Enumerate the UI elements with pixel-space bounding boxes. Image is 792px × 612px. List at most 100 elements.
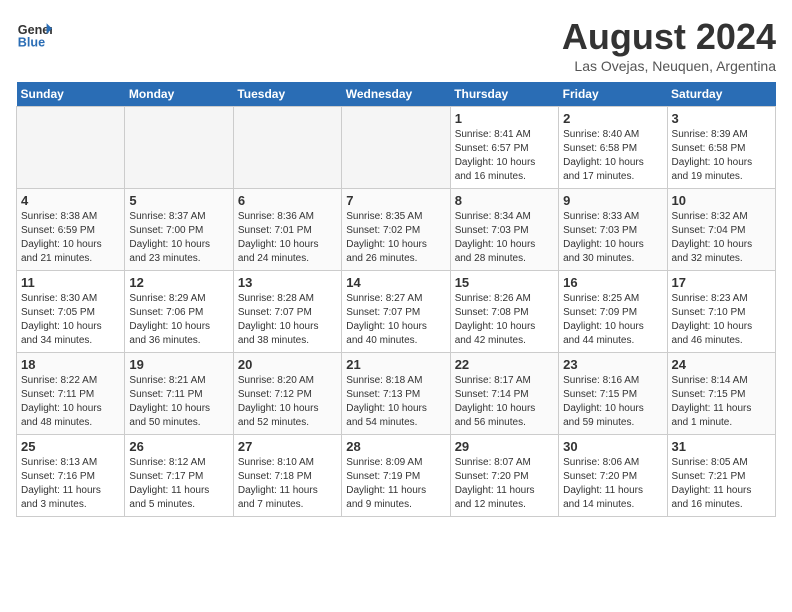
day-info: Sunrise: 8:07 AMSunset: 7:20 PMDaylight:… xyxy=(455,456,554,512)
day-info: Sunrise: 8:05 AMSunset: 7:21 PMDaylight:… xyxy=(672,456,771,512)
day-info: Sunrise: 8:37 AMSunset: 7:00 PMDaylight:… xyxy=(129,210,228,266)
day-info: Sunrise: 8:13 AMSunset: 7:16 PMDaylight:… xyxy=(21,456,120,512)
day-number: 27 xyxy=(238,439,337,454)
table-row: 17Sunrise: 8:23 AMSunset: 7:10 PMDayligh… xyxy=(667,271,775,353)
table-row: 24 Sunrise: 8:14 AMSunset: 7:15 PMDayligh… xyxy=(667,353,775,435)
table-row xyxy=(233,107,341,189)
day-number: 7 xyxy=(346,193,445,208)
header-monday: Monday xyxy=(125,82,233,107)
day-info: Sunrise: 8:41 AMSunset: 6:57 PMDaylight:… xyxy=(455,128,554,184)
day-number: 23 xyxy=(563,357,662,372)
day-info: Sunrise: 8:16 AMSunset: 7:15 PMDaylight:… xyxy=(563,374,662,430)
table-row: 25 Sunrise: 8:13 AMSunset: 7:16 PMDayligh… xyxy=(17,435,125,517)
day-info: Sunrise: 8:38 AMSunset: 6:59 PMDaylight:… xyxy=(21,210,120,266)
table-row xyxy=(17,107,125,189)
day-number: 21 xyxy=(346,357,445,372)
day-info: Sunrise: 8:22 AMSunset: 7:11 PMDaylight:… xyxy=(21,374,120,430)
table-row: 18 Sunrise: 8:22 AMSunset: 7:11 PMDayligh… xyxy=(17,353,125,435)
calendar-week-1: 1 Sunrise: 8:41 AMSunset: 6:57 PMDaylight… xyxy=(17,107,776,189)
day-info: Sunrise: 8:34 AMSunset: 7:03 PMDaylight:… xyxy=(455,210,554,266)
day-info: Sunrise: 8:09 AMSunset: 7:19 PMDaylight:… xyxy=(346,456,445,512)
table-row: 20 Sunrise: 8:20 AMSunset: 7:12 PMDayligh… xyxy=(233,353,341,435)
day-info: Sunrise: 8:33 AMSunset: 7:03 PMDaylight:… xyxy=(563,210,662,266)
table-row xyxy=(342,107,450,189)
calendar-week-5: 25 Sunrise: 8:13 AMSunset: 7:16 PMDayligh… xyxy=(17,435,776,517)
day-number: 9 xyxy=(563,193,662,208)
calendar-week-2: 4 Sunrise: 8:38 AMSunset: 6:59 PMDaylight… xyxy=(17,189,776,271)
header-wednesday: Wednesday xyxy=(342,82,450,107)
day-info: Sunrise: 8:17 AMSunset: 7:14 PMDaylight:… xyxy=(455,374,554,430)
table-row: 6Sunrise: 8:36 AMSunset: 7:01 PMDaylight… xyxy=(233,189,341,271)
table-row: 26 Sunrise: 8:12 AMSunset: 7:17 PMDayligh… xyxy=(125,435,233,517)
day-number: 6 xyxy=(238,193,337,208)
day-info: Sunrise: 8:23 AMSunset: 7:10 PMDaylight:… xyxy=(672,292,771,348)
day-info: Sunrise: 8:39 AMSunset: 6:58 PMDaylight:… xyxy=(672,128,771,184)
table-row: 19 Sunrise: 8:21 AMSunset: 7:11 PMDayligh… xyxy=(125,353,233,435)
calendar-subtitle: Las Ovejas, Neuquen, Argentina xyxy=(562,58,776,74)
day-number: 2 xyxy=(563,111,662,126)
day-info: Sunrise: 8:25 AMSunset: 7:09 PMDaylight:… xyxy=(563,292,662,348)
day-number: 25 xyxy=(21,439,120,454)
day-info: Sunrise: 8:10 AMSunset: 7:18 PMDaylight:… xyxy=(238,456,337,512)
day-number: 24 xyxy=(672,357,771,372)
day-info: Sunrise: 8:35 AMSunset: 7:02 PMDaylight:… xyxy=(346,210,445,266)
day-info: Sunrise: 8:18 AMSunset: 7:13 PMDaylight:… xyxy=(346,374,445,430)
table-row: 4 Sunrise: 8:38 AMSunset: 6:59 PMDaylight… xyxy=(17,189,125,271)
calendar-title: August 2024 xyxy=(562,16,776,58)
day-number: 1 xyxy=(455,111,554,126)
day-number: 18 xyxy=(21,357,120,372)
day-info: Sunrise: 8:29 AMSunset: 7:06 PMDaylight:… xyxy=(129,292,228,348)
calendar-table: Sunday Monday Tuesday Wednesday Thursday… xyxy=(16,82,776,517)
day-number: 10 xyxy=(672,193,771,208)
header: General Blue August 2024 Las Ovejas, Neu… xyxy=(16,16,776,74)
table-row: 7 Sunrise: 8:35 AMSunset: 7:02 PMDaylight… xyxy=(342,189,450,271)
day-info: Sunrise: 8:12 AMSunset: 7:17 PMDaylight:… xyxy=(129,456,228,512)
table-row: 9 Sunrise: 8:33 AMSunset: 7:03 PMDaylight… xyxy=(559,189,667,271)
day-number: 4 xyxy=(21,193,120,208)
table-row: 1 Sunrise: 8:41 AMSunset: 6:57 PMDaylight… xyxy=(450,107,558,189)
table-row: 14 Sunrise: 8:27 AMSunset: 7:07 PMDayligh… xyxy=(342,271,450,353)
calendar-week-4: 18 Sunrise: 8:22 AMSunset: 7:11 PMDayligh… xyxy=(17,353,776,435)
table-row: 8Sunrise: 8:34 AMSunset: 7:03 PMDaylight… xyxy=(450,189,558,271)
header-tuesday: Tuesday xyxy=(233,82,341,107)
day-number: 3 xyxy=(672,111,771,126)
table-row: 31Sunrise: 8:05 AMSunset: 7:21 PMDayligh… xyxy=(667,435,775,517)
day-number: 11 xyxy=(21,275,120,290)
day-number: 13 xyxy=(238,275,337,290)
logo-icon: General Blue xyxy=(16,16,52,52)
day-info: Sunrise: 8:21 AMSunset: 7:11 PMDaylight:… xyxy=(129,374,228,430)
day-number: 19 xyxy=(129,357,228,372)
table-row: 15 Sunrise: 8:26 AMSunset: 7:08 PMDayligh… xyxy=(450,271,558,353)
table-row: 21 Sunrise: 8:18 AMSunset: 7:13 PMDayligh… xyxy=(342,353,450,435)
day-number: 30 xyxy=(563,439,662,454)
table-row: 30 Sunrise: 8:06 AMSunset: 7:20 PMDayligh… xyxy=(559,435,667,517)
day-info: Sunrise: 8:26 AMSunset: 7:08 PMDaylight:… xyxy=(455,292,554,348)
day-number: 14 xyxy=(346,275,445,290)
day-info: Sunrise: 8:20 AMSunset: 7:12 PMDaylight:… xyxy=(238,374,337,430)
table-row: 11Sunrise: 8:30 AMSunset: 7:05 PMDayligh… xyxy=(17,271,125,353)
day-number: 28 xyxy=(346,439,445,454)
day-number: 16 xyxy=(563,275,662,290)
table-row: 2 Sunrise: 8:40 AMSunset: 6:58 PMDaylight… xyxy=(559,107,667,189)
day-number: 26 xyxy=(129,439,228,454)
day-number: 22 xyxy=(455,357,554,372)
day-number: 29 xyxy=(455,439,554,454)
table-row: 23 Sunrise: 8:16 AMSunset: 7:15 PMDayligh… xyxy=(559,353,667,435)
table-row: 10Sunrise: 8:32 AMSunset: 7:04 PMDayligh… xyxy=(667,189,775,271)
day-info: Sunrise: 8:27 AMSunset: 7:07 PMDaylight:… xyxy=(346,292,445,348)
table-row: 16 Sunrise: 8:25 AMSunset: 7:09 PMDayligh… xyxy=(559,271,667,353)
header-friday: Friday xyxy=(559,82,667,107)
day-number: 15 xyxy=(455,275,554,290)
day-info: Sunrise: 8:28 AMSunset: 7:07 PMDaylight:… xyxy=(238,292,337,348)
day-number: 12 xyxy=(129,275,228,290)
day-info: Sunrise: 8:06 AMSunset: 7:20 PMDaylight:… xyxy=(563,456,662,512)
day-info: Sunrise: 8:40 AMSunset: 6:58 PMDaylight:… xyxy=(563,128,662,184)
header-saturday: Saturday xyxy=(667,82,775,107)
header-sunday: Sunday xyxy=(17,82,125,107)
day-info: Sunrise: 8:14 AMSunset: 7:15 PMDaylight:… xyxy=(672,374,771,430)
calendar-week-3: 11Sunrise: 8:30 AMSunset: 7:05 PMDayligh… xyxy=(17,271,776,353)
day-number: 20 xyxy=(238,357,337,372)
svg-text:Blue: Blue xyxy=(18,36,45,50)
table-row: 28 Sunrise: 8:09 AMSunset: 7:19 PMDayligh… xyxy=(342,435,450,517)
logo: General Blue xyxy=(16,16,52,52)
